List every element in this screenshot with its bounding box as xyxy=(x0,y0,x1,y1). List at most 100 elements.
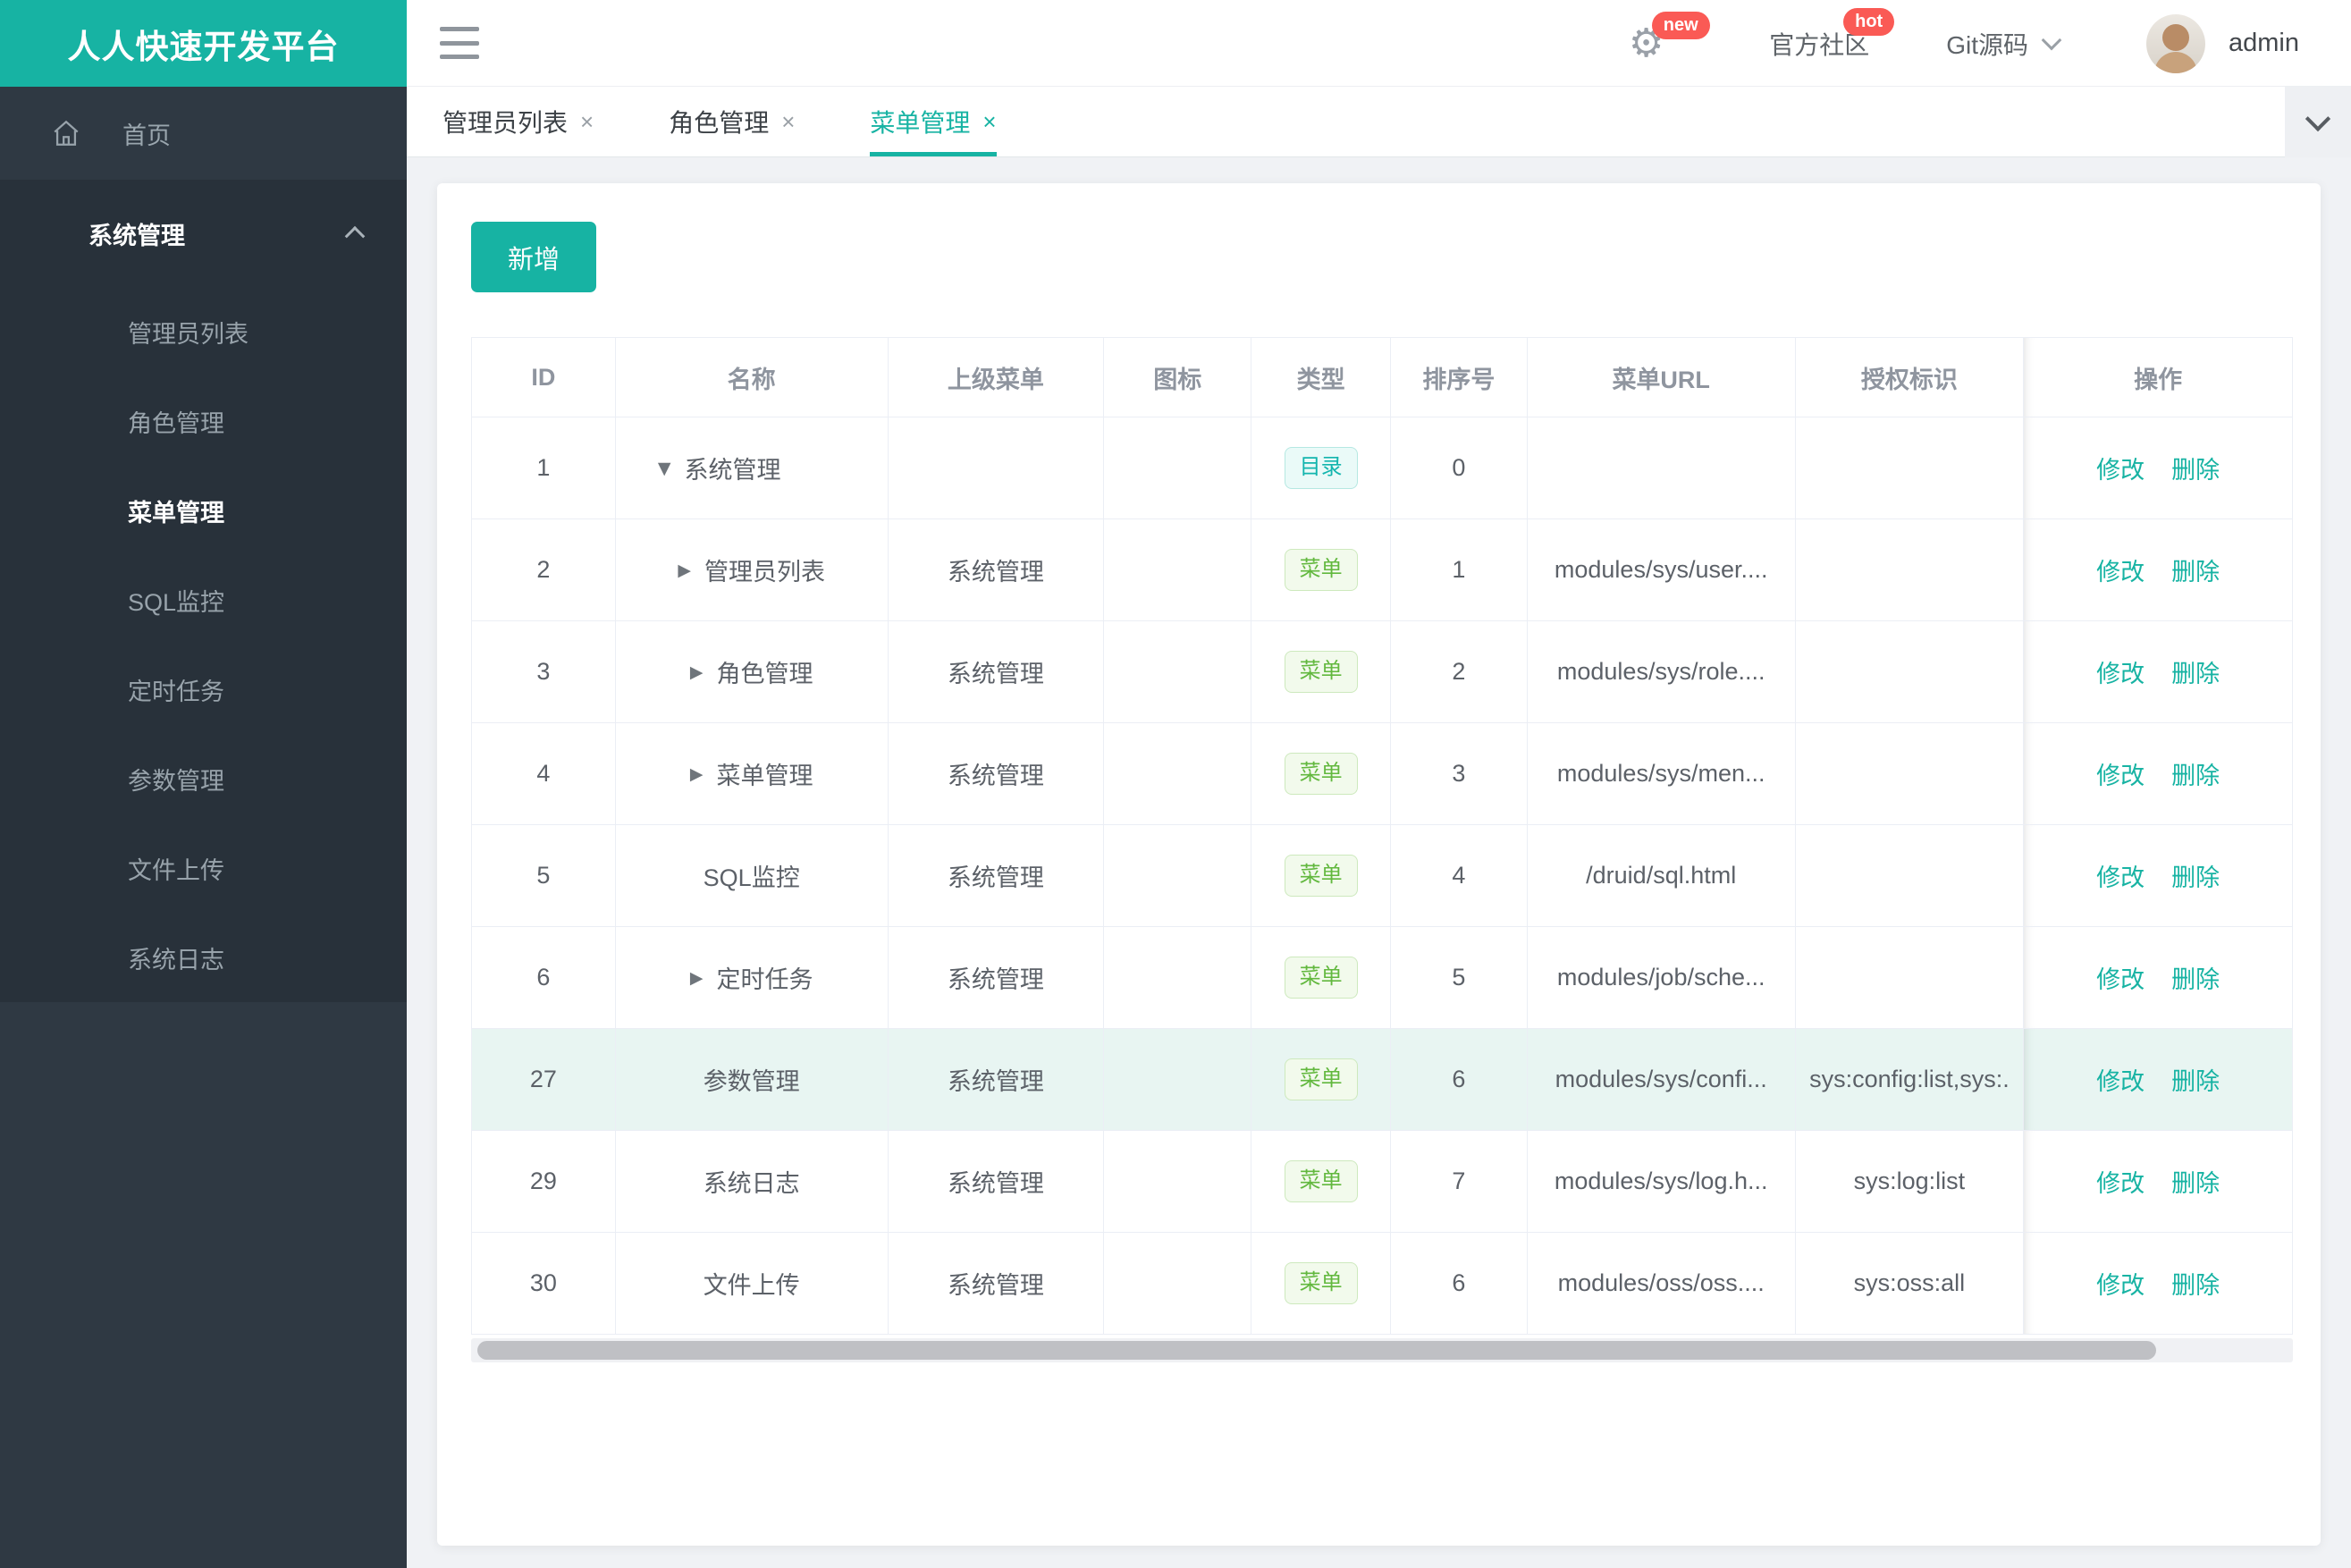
cell-sort: 1 xyxy=(1391,519,1528,621)
delete-link[interactable]: 删除 xyxy=(2171,858,2220,893)
type-tag: 菜单 xyxy=(1284,957,1358,999)
cell-name: ▶ 管理员列表 xyxy=(615,519,889,621)
column-header-type: 类型 xyxy=(1251,338,1391,417)
tab-list-dropdown-button[interactable] xyxy=(2285,87,2351,157)
cell-type: 菜单 xyxy=(1251,927,1391,1029)
horizontal-scrollbar-track[interactable] xyxy=(471,1338,2293,1362)
cell-sort: 0 xyxy=(1391,417,1528,519)
tree-expand-icon[interactable]: ▶ xyxy=(678,561,691,580)
delete-link[interactable]: 删除 xyxy=(2171,1164,2220,1199)
table-row[interactable]: 29 系统日志 系统管理 菜单 7 modules/sys/log.h... s… xyxy=(472,1131,2292,1233)
cell-perms xyxy=(1795,723,2025,825)
edit-link[interactable]: 修改 xyxy=(2096,756,2145,791)
delete-link[interactable]: 删除 xyxy=(2171,756,2220,791)
cell-id: 2 xyxy=(472,519,616,621)
sidebar-item-param-mgmt[interactable]: 参数管理 xyxy=(0,734,407,823)
table-row[interactable]: 6 ▶ 定时任务 系统管理 菜单 5 modules/job/sche... 修改… xyxy=(472,927,2292,1029)
type-tag: 菜单 xyxy=(1284,753,1358,795)
tree-collapse-icon[interactable]: ▼ xyxy=(658,459,671,478)
cell-sort: 4 xyxy=(1391,825,1528,927)
cell-ops: 修改 删除 xyxy=(2024,927,2292,1029)
sidebar-toggle-button[interactable] xyxy=(440,27,479,59)
sidebar-item-admin-list[interactable]: 管理员列表 xyxy=(0,287,407,376)
settings-button[interactable]: ⚙ new xyxy=(1629,11,1710,63)
hamburger-icon xyxy=(440,55,479,59)
table-row[interactable]: 1 ▼ 系统管理 目录 0 修改 删除 xyxy=(472,417,2292,519)
close-icon[interactable] xyxy=(580,108,594,136)
delete-link[interactable]: 删除 xyxy=(2171,654,2220,689)
table-row[interactable]: 3 ▶ 角色管理 系统管理 菜单 2 modules/sys/role.... 修… xyxy=(472,621,2292,723)
close-icon[interactable] xyxy=(781,108,795,136)
cell-sort: 3 xyxy=(1391,723,1528,825)
table-row[interactable]: 30 文件上传 系统管理 菜单 6 modules/oss/oss.... sy… xyxy=(472,1233,2292,1335)
cell-ops: 修改 删除 xyxy=(2024,825,2292,927)
type-tag: 菜单 xyxy=(1284,1058,1358,1100)
cell-perms xyxy=(1795,417,2025,519)
edit-link[interactable]: 修改 xyxy=(2096,1164,2145,1199)
sidebar-group-header[interactable]: 系统管理 xyxy=(0,180,407,287)
delete-link[interactable]: 删除 xyxy=(2171,451,2220,485)
type-tag: 菜单 xyxy=(1284,855,1358,897)
sidebar-item-menu-mgmt[interactable]: 菜单管理 xyxy=(0,466,407,555)
add-button[interactable]: 新增 xyxy=(471,222,596,292)
edit-link[interactable]: 修改 xyxy=(2096,960,2145,995)
cell-icon xyxy=(1104,1029,1252,1131)
edit-link[interactable]: 修改 xyxy=(2096,654,2145,689)
sidebar-item-file-upload[interactable]: 文件上传 xyxy=(0,823,407,913)
table-row[interactable]: 2 ▶ 管理员列表 系统管理 菜单 1 modules/sys/user.... … xyxy=(472,519,2292,621)
type-tag: 菜单 xyxy=(1284,1160,1358,1202)
delete-link[interactable]: 删除 xyxy=(2171,1062,2220,1097)
cell-name: 文件上传 xyxy=(615,1233,889,1335)
sidebar-item-home[interactable]: 首页 xyxy=(0,87,407,180)
close-icon[interactable] xyxy=(982,108,996,136)
cell-url: /druid/sql.html xyxy=(1527,825,1796,927)
cell-parent: 系统管理 xyxy=(888,1233,1105,1335)
type-tag: 目录 xyxy=(1284,447,1358,489)
table-row[interactable]: 5 SQL监控 系统管理 菜单 4 /druid/sql.html 修改 删除 xyxy=(472,825,2292,927)
table-row[interactable]: 27 参数管理 系统管理 菜单 6 modules/sys/confi... s… xyxy=(472,1029,2292,1131)
cell-type: 菜单 xyxy=(1251,1131,1391,1233)
tab-label: 菜单管理 xyxy=(870,109,971,137)
edit-link[interactable]: 修改 xyxy=(2096,858,2145,893)
tab-role-mgmt[interactable]: 角色管理 xyxy=(669,87,795,156)
edit-link[interactable]: 修改 xyxy=(2096,552,2145,587)
delete-link[interactable]: 删除 xyxy=(2171,552,2220,587)
cell-perms xyxy=(1795,927,2025,1029)
sidebar-home-label: 首页 xyxy=(122,122,171,149)
cell-name: ▶ 菜单管理 xyxy=(615,723,889,825)
cell-id: 4 xyxy=(472,723,616,825)
cell-ops: 修改 删除 xyxy=(2024,519,2292,621)
sidebar-item-scheduled-jobs[interactable]: 定时任务 xyxy=(0,645,407,734)
cell-sort: 5 xyxy=(1391,927,1528,1029)
tree-expand-icon[interactable]: ▶ xyxy=(690,662,704,682)
menu-table: ID 名称 上级菜单 图标 类型 排序号 菜单URL 授权标识 操作 1 ▼ 系统… xyxy=(471,337,2293,1335)
column-header-ops: 操作 xyxy=(2024,338,2292,417)
sidebar-item-role-mgmt[interactable]: 角色管理 xyxy=(0,376,407,466)
horizontal-scrollbar-thumb[interactable] xyxy=(477,1341,2156,1360)
sidebar-item-system-log[interactable]: 系统日志 xyxy=(0,913,407,1002)
edit-link[interactable]: 修改 xyxy=(2096,1062,2145,1097)
tree-expand-icon[interactable]: ▶ xyxy=(690,968,704,988)
cell-perms xyxy=(1795,519,2025,621)
username-menu[interactable]: admin xyxy=(2229,29,2299,58)
community-link[interactable]: 官方社区 hot xyxy=(1769,7,1895,62)
sidebar-group-label: 系统管理 xyxy=(88,222,185,249)
tab-admin-list[interactable]: 管理员列表 xyxy=(442,87,594,156)
avatar-body-shape xyxy=(2154,51,2197,73)
avatar[interactable] xyxy=(2146,13,2205,73)
tab-menu-mgmt[interactable]: 菜单管理 xyxy=(870,87,997,156)
tab-label: 角色管理 xyxy=(669,109,770,137)
git-source-dropdown[interactable]: Git源码 xyxy=(1946,26,2062,62)
cell-parent: 系统管理 xyxy=(888,825,1105,927)
table-row[interactable]: 4 ▶ 菜单管理 系统管理 菜单 3 modules/sys/men... 修改 … xyxy=(472,723,2292,825)
sidebar-item-sql-monitor[interactable]: SQL监控 xyxy=(0,555,407,645)
tree-expand-icon[interactable]: ▶ xyxy=(690,764,704,784)
delete-link[interactable]: 删除 xyxy=(2171,960,2220,995)
column-header-sort: 排序号 xyxy=(1391,338,1528,417)
cell-url: modules/sys/user.... xyxy=(1527,519,1796,621)
delete-link[interactable]: 删除 xyxy=(2171,1266,2220,1301)
edit-link[interactable]: 修改 xyxy=(2096,1266,2145,1301)
cell-url: modules/sys/role.... xyxy=(1527,621,1796,723)
edit-link[interactable]: 修改 xyxy=(2096,451,2145,485)
cell-type: 菜单 xyxy=(1251,1233,1391,1335)
